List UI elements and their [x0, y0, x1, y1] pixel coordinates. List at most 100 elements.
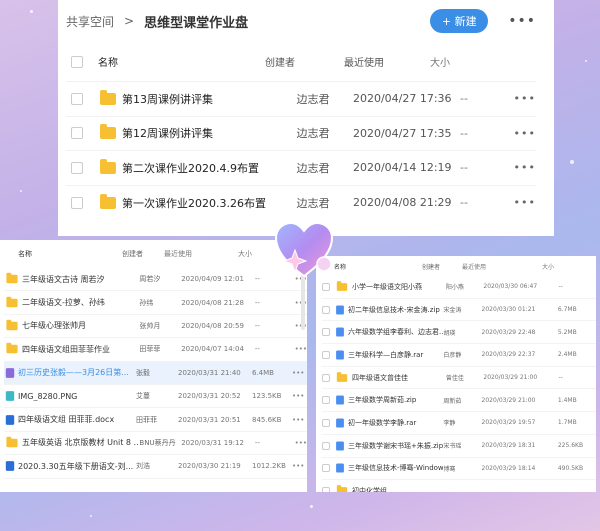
- table-row[interactable]: IMG_8280.PNG 艾蔓 2020/03/31 20:52 123.5KB •••: [4, 385, 307, 409]
- header-name[interactable]: 名称: [4, 249, 122, 259]
- file-name[interactable]: 四年级语文组 田菲菲.docx: [18, 414, 136, 425]
- file-name[interactable]: 三年级信息技术-博骞-Window...: [348, 463, 443, 473]
- file-size: 6.4MB: [252, 368, 274, 377]
- row-more-icon[interactable]: •••: [295, 345, 307, 353]
- table-row[interactable]: 四年级语文组田菲菲作业 田菲菲 2020/04/07 14:04 -- •••: [4, 338, 307, 362]
- file-name[interactable]: 第一次课作业2020.3.26布置: [116, 195, 296, 211]
- row-more-icon[interactable]: •••: [295, 439, 307, 447]
- file-name[interactable]: 第13周课例讲评集: [116, 91, 296, 107]
- table-row[interactable]: 三年级数学谢宋书瑶+朱振.zip 宋书瑶 2020/03/29 18:31 225.6…: [322, 435, 596, 458]
- row-checkbox[interactable]: [322, 350, 330, 359]
- table-row[interactable]: 五年级英语 北京版教材 Unit 8 ... BNU蔡丹丹 2020/03/31 1…: [4, 432, 307, 456]
- header-last-used[interactable]: 最近使用: [462, 262, 542, 271]
- page-title: 思维型课堂作业盘: [144, 15, 249, 31]
- table-row[interactable]: 初二年级信息技术-宋金涛.zip 宋金涛 2020/03/30 01:21 6.7MB: [322, 299, 596, 322]
- file-name[interactable]: IMG_8280.PNG: [18, 392, 136, 401]
- row-checkbox[interactable]: [322, 418, 330, 427]
- file-name[interactable]: 二年级语文-拉萝、孙纬: [22, 297, 139, 308]
- breadcrumb-separator: >: [124, 14, 135, 28]
- file-name[interactable]: 五年级英语 北京版教材 Unit 8 ...: [22, 437, 139, 448]
- more-options-icon[interactable]: •••: [508, 13, 536, 29]
- video-file-icon: [5, 367, 15, 378]
- file-name[interactable]: 三年级语文古诗 周若汐: [22, 274, 139, 285]
- file-name[interactable]: 2020.3.30五年级下册语文-刘...: [18, 461, 136, 472]
- header-last-used[interactable]: 最近使用: [322, 54, 430, 69]
- row-checkbox[interactable]: [71, 196, 83, 209]
- file-size: 6.7MB: [557, 306, 577, 314]
- table-row[interactable]: 三年级信息技术-博骞-Window... 博骞 2020/03/29 18:14 49…: [322, 458, 596, 481]
- file-name[interactable]: 四年级语文曾佳佳: [352, 373, 446, 383]
- row-more-icon[interactable]: •••: [292, 369, 304, 377]
- row-checkbox[interactable]: [71, 92, 83, 105]
- file-name[interactable]: 三年级数学谢宋书瑶+朱振.zip: [348, 441, 443, 451]
- table-row[interactable]: 第二次课作业2020.4.9布置 边志君 2020/04/14 12:19 --…: [66, 151, 536, 186]
- table-row[interactable]: 2020.3.30五年级下册语文-刘... 刘浩 2020/03/30 21:19 1…: [4, 455, 307, 479]
- table-row[interactable]: 四年级语文曾佳佳 曾佳佳 2020/03/29 21:00 --: [322, 367, 596, 390]
- file-name[interactable]: 小学一年级语文阳小燕: [352, 282, 446, 292]
- table-row[interactable]: 第13周课例讲评集 边志君 2020/04/27 17:36 -- •••: [66, 82, 536, 117]
- table-row[interactable]: 三年级科学—白彦静.rar 白彦静 2020/03/29 22:37 2.4MB: [322, 344, 596, 367]
- file-name[interactable]: 第二次课作业2020.4.9布置: [116, 160, 296, 176]
- row-more-icon[interactable]: •••: [514, 127, 536, 140]
- row-checkbox[interactable]: [71, 127, 83, 140]
- file-name[interactable]: 四年级语文组田菲菲作业: [22, 344, 139, 355]
- table-row[interactable]: 初三历史张毅——3月26日第... 张毅 2020/03/31 21:40 6.4MB…: [4, 361, 307, 385]
- select-all-checkbox[interactable]: [71, 55, 83, 68]
- header-name[interactable]: 名称: [322, 262, 422, 271]
- table-row[interactable]: 七年级心理张帅月张帅月2020/04/08 20:59--•••: [4, 315, 307, 339]
- file-name[interactable]: 初三历史张毅——3月26日第...: [18, 367, 136, 378]
- row-checkbox[interactable]: [322, 396, 330, 405]
- table-row[interactable]: 三年级语文古诗 周若汐周若汐2020/04/09 12:01--•••: [4, 268, 307, 292]
- table-row[interactable]: 四年级语文组 田菲菲.docx 田菲菲 2020/03/31 20:51 845.6K…: [4, 408, 307, 432]
- row-more-icon[interactable]: •••: [292, 462, 304, 470]
- file-creator: 白彦静: [443, 352, 462, 360]
- row-more-icon[interactable]: •••: [514, 196, 536, 209]
- file-date: 2020/03/30 21:19: [178, 462, 241, 471]
- row-checkbox[interactable]: [322, 282, 330, 291]
- row-more-icon[interactable]: •••: [292, 416, 304, 424]
- row-checkbox[interactable]: [322, 305, 330, 314]
- folder-icon: [336, 280, 348, 291]
- header-last-used[interactable]: 最近使用: [164, 249, 238, 259]
- table-row[interactable]: 初一年级数学李静.rar 李静 2020/03/29 19:57 1.7MB: [322, 412, 596, 435]
- table-row[interactable]: 小学一年级语文阳小燕 阳小燕 2020/03/30 06:47 --: [322, 276, 596, 299]
- breadcrumb-root[interactable]: 共享空间: [66, 13, 114, 30]
- file-name[interactable]: 初二年级信息技术-宋金涛.zip: [348, 305, 443, 315]
- file-size: 1012.2KB: [252, 462, 286, 471]
- file-name[interactable]: 三年级数学周新茹.zip: [348, 395, 443, 405]
- table-row[interactable]: 第一次课作业2020.3.26布置 边志君 2020/04/08 21:29 -…: [66, 186, 536, 221]
- file-creator: 刘浩: [136, 462, 150, 471]
- file-name[interactable]: 初一年级数学李静.rar: [348, 418, 443, 428]
- table-row[interactable]: 二年级语文-拉萝、孙纬孙纬2020/04/08 21:28--•••: [4, 291, 307, 315]
- file-name[interactable]: 六年级数学组李春利、边志君...: [348, 327, 443, 337]
- row-checkbox[interactable]: [322, 464, 330, 473]
- header-size[interactable]: 大小: [542, 262, 582, 271]
- row-checkbox[interactable]: [322, 328, 330, 337]
- row-checkbox[interactable]: [322, 487, 330, 492]
- row-checkbox[interactable]: [322, 373, 330, 382]
- row-checkbox[interactable]: [322, 441, 330, 450]
- file-name[interactable]: 第12周课例讲评集: [116, 125, 296, 141]
- folder-icon: [336, 371, 348, 382]
- file-name[interactable]: 三年级科学—白彦静.rar: [348, 350, 443, 360]
- table-row[interactable]: 三年级数学周新茹.zip 周新茹 2020/03/29 21:00 1.4MB: [322, 389, 596, 413]
- sparkle-decoration: [20, 190, 22, 192]
- table-row[interactable]: 初中化学组: [322, 480, 596, 492]
- header-name[interactable]: 名称: [83, 54, 265, 69]
- file-name[interactable]: 七年级心理张帅月: [22, 320, 139, 331]
- new-button[interactable]: + 新建: [430, 9, 489, 33]
- row-more-icon[interactable]: •••: [514, 92, 536, 105]
- file-date: 2020/03/30 01:21: [481, 306, 536, 314]
- file-name[interactable]: 初中化学组: [352, 486, 446, 492]
- file-creator: 孙纬: [139, 298, 154, 307]
- table-row[interactable]: 第12周课例讲评集 边志君 2020/04/27 17:35 -- •••: [66, 117, 536, 151]
- row-more-icon[interactable]: •••: [514, 161, 536, 174]
- row-checkbox[interactable]: [71, 161, 83, 174]
- header-size[interactable]: 大小: [430, 54, 484, 69]
- file-size: 845.6KB: [252, 415, 282, 424]
- table-row[interactable]: 六年级数学组李春利、边志君... 胡瑛 2020/03/29 22:48 5.2MB: [322, 321, 596, 345]
- file-creator: 宋书瑶: [443, 443, 462, 451]
- file-size: --: [254, 345, 260, 354]
- row-more-icon[interactable]: •••: [292, 392, 304, 400]
- zip-file-icon: [336, 304, 344, 315]
